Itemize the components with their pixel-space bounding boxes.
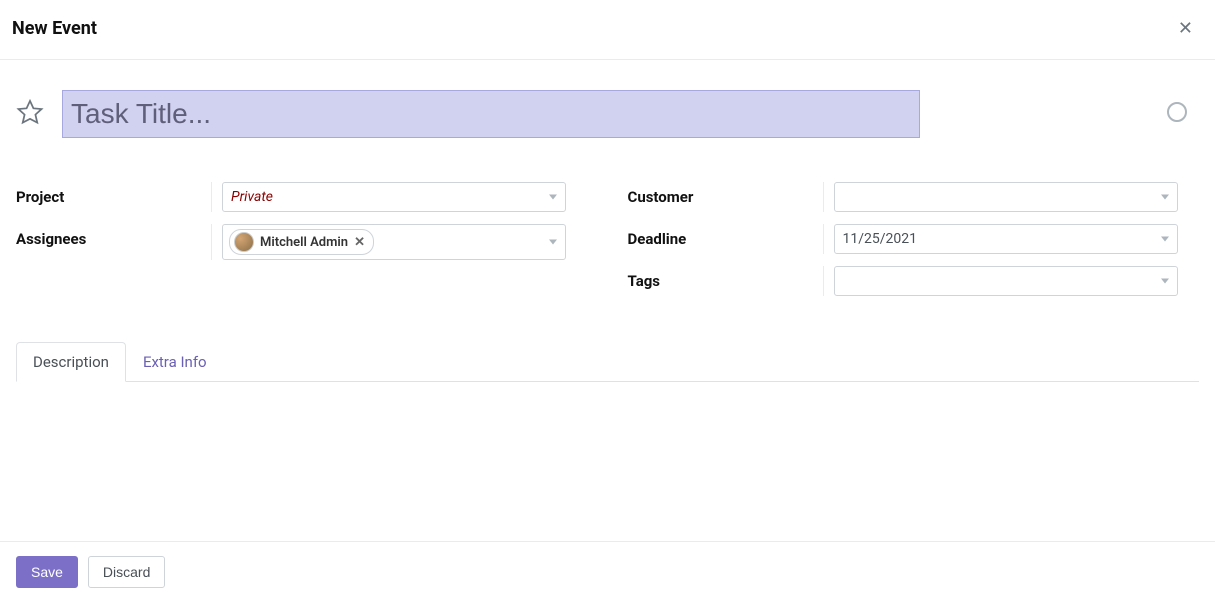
- assignees-select[interactable]: Mitchell Admin ✕: [222, 224, 566, 260]
- modal-title: New Event: [12, 18, 97, 39]
- form-columns: Project Private Assignees: [16, 182, 1199, 308]
- deadline-label: Deadline: [628, 224, 823, 248]
- tags-select[interactable]: [834, 266, 1178, 296]
- modal-footer: Save Discard: [0, 541, 1215, 602]
- tab-bar: Description Extra Info: [16, 342, 1199, 382]
- save-button[interactable]: Save: [16, 556, 78, 588]
- description-content[interactable]: [16, 382, 1199, 522]
- assignees-label: Assignees: [16, 224, 211, 248]
- remove-assignee-icon[interactable]: ✕: [354, 235, 365, 250]
- tab-description[interactable]: Description: [16, 342, 126, 382]
- chevron-down-icon: [549, 240, 557, 245]
- modal-body: Project Private Assignees: [0, 60, 1215, 541]
- modal-header: New Event ✕: [0, 0, 1215, 60]
- star-icon: [16, 98, 44, 130]
- title-row: [16, 90, 1199, 138]
- assignee-name: Mitchell Admin: [260, 235, 348, 250]
- tags-label: Tags: [628, 266, 823, 290]
- chevron-down-icon: [1161, 195, 1169, 200]
- project-row: Project Private: [16, 182, 588, 212]
- right-column: Customer Deadline 11/25/2021: [628, 182, 1200, 308]
- deadline-value: 11/25/2021: [843, 231, 918, 247]
- priority-star[interactable]: [16, 98, 50, 130]
- avatar: [234, 232, 254, 252]
- kanban-state-toggle[interactable]: [1167, 102, 1187, 122]
- project-select[interactable]: Private: [222, 182, 566, 212]
- chevron-down-icon: [549, 195, 557, 200]
- left-column: Project Private Assignees: [16, 182, 588, 308]
- tags-row: Tags: [628, 266, 1200, 296]
- deadline-input[interactable]: 11/25/2021: [834, 224, 1178, 254]
- discard-button[interactable]: Discard: [88, 556, 165, 588]
- customer-row: Customer: [628, 182, 1200, 212]
- tab-extra-info[interactable]: Extra Info: [126, 342, 224, 382]
- project-value: Private: [231, 189, 273, 205]
- chevron-down-icon: [1161, 237, 1169, 242]
- customer-label: Customer: [628, 182, 823, 206]
- new-event-modal: New Event ✕ Project Private: [0, 0, 1215, 602]
- assignees-row: Assignees Mitchell Admin ✕: [16, 224, 588, 260]
- deadline-row: Deadline 11/25/2021: [628, 224, 1200, 254]
- tabs-container: Description Extra Info: [16, 342, 1199, 522]
- project-label: Project: [16, 182, 211, 206]
- chevron-down-icon: [1161, 279, 1169, 284]
- task-title-input[interactable]: [62, 90, 920, 138]
- close-icon[interactable]: ✕: [1178, 20, 1199, 38]
- customer-select[interactable]: [834, 182, 1178, 212]
- assignee-chip: Mitchell Admin ✕: [229, 229, 374, 255]
